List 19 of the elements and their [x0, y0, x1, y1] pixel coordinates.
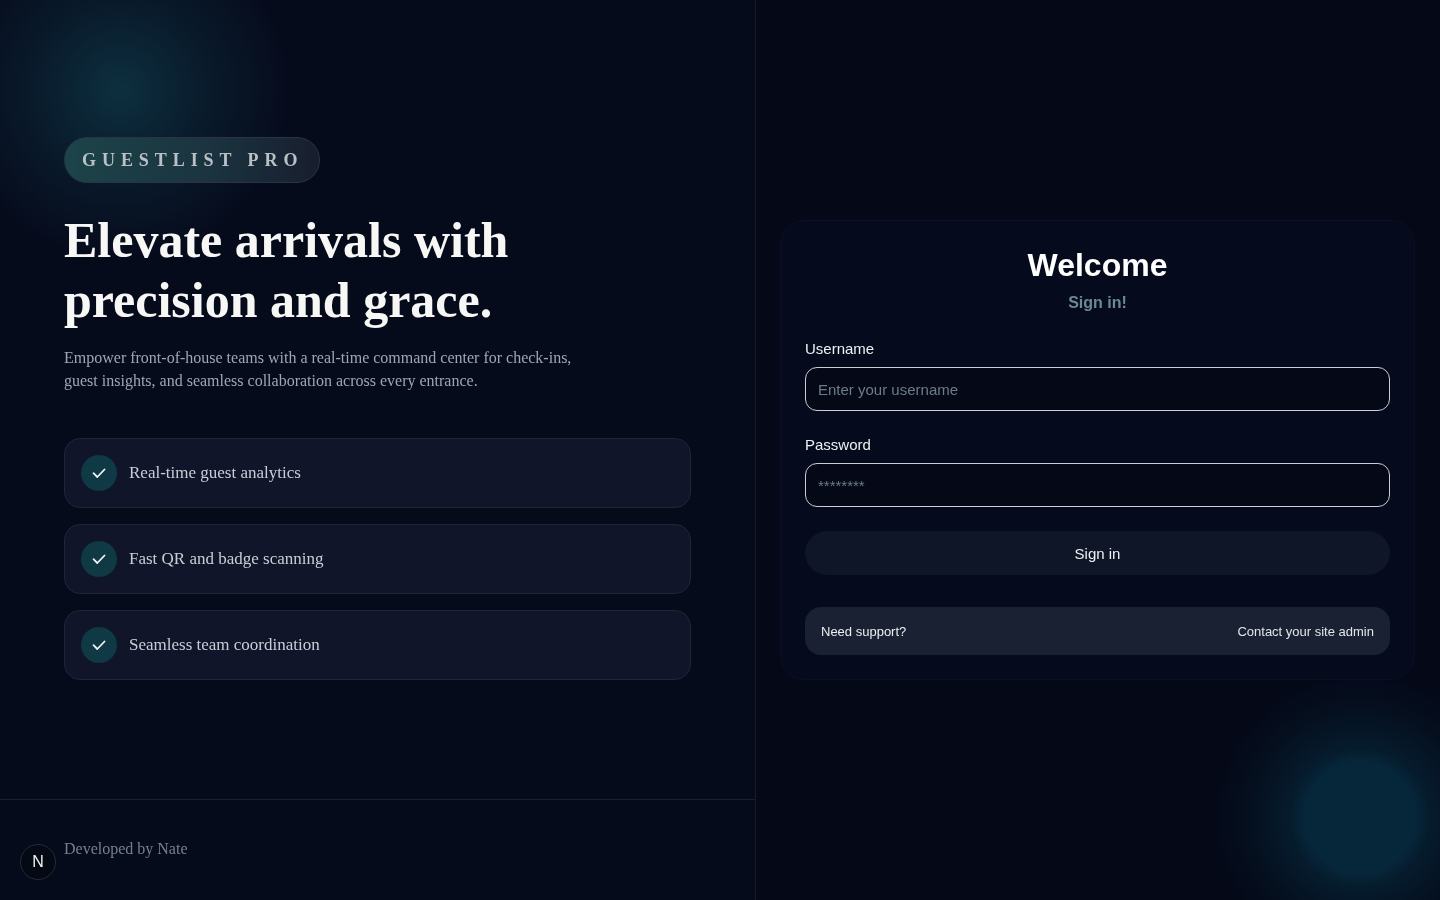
- feature-label: Fast QR and badge scanning: [129, 549, 324, 569]
- hero-description: Empower front-of-house teams with a real-time command center for check-ins, guest insights, and seamless collaboration across every entrance.: [64, 348, 573, 392]
- developer-credit: Developed by Nate: [64, 840, 188, 858]
- feature-label: Real-time guest analytics: [129, 463, 301, 483]
- input-field[interactable]: ********: [805, 463, 1390, 507]
- sign-in-button[interactable]: Sign in: [805, 531, 1390, 575]
- welcome-title: Welcome: [1026, 246, 1169, 285]
- contact-admin-link[interactable]: Contact your site admin: [1237, 623, 1374, 639]
- field-label: Username: [805, 339, 875, 359]
- field-label: Password: [805, 435, 871, 455]
- check-icon: [81, 627, 117, 663]
- check-icon: [81, 455, 117, 491]
- brand-badge: GUESTLIST PRO: [64, 137, 321, 183]
- check-icon: [81, 541, 117, 577]
- support-prompt: Need support?: [821, 623, 907, 639]
- hero-headline: Elevate arrivals with precision and grace.: [64, 211, 510, 330]
- input-field[interactable]: Enter your username: [805, 367, 1390, 411]
- sign-in-subtitle: Sign in!: [1067, 293, 1128, 313]
- feature-label: Seamless team coordination: [129, 635, 320, 655]
